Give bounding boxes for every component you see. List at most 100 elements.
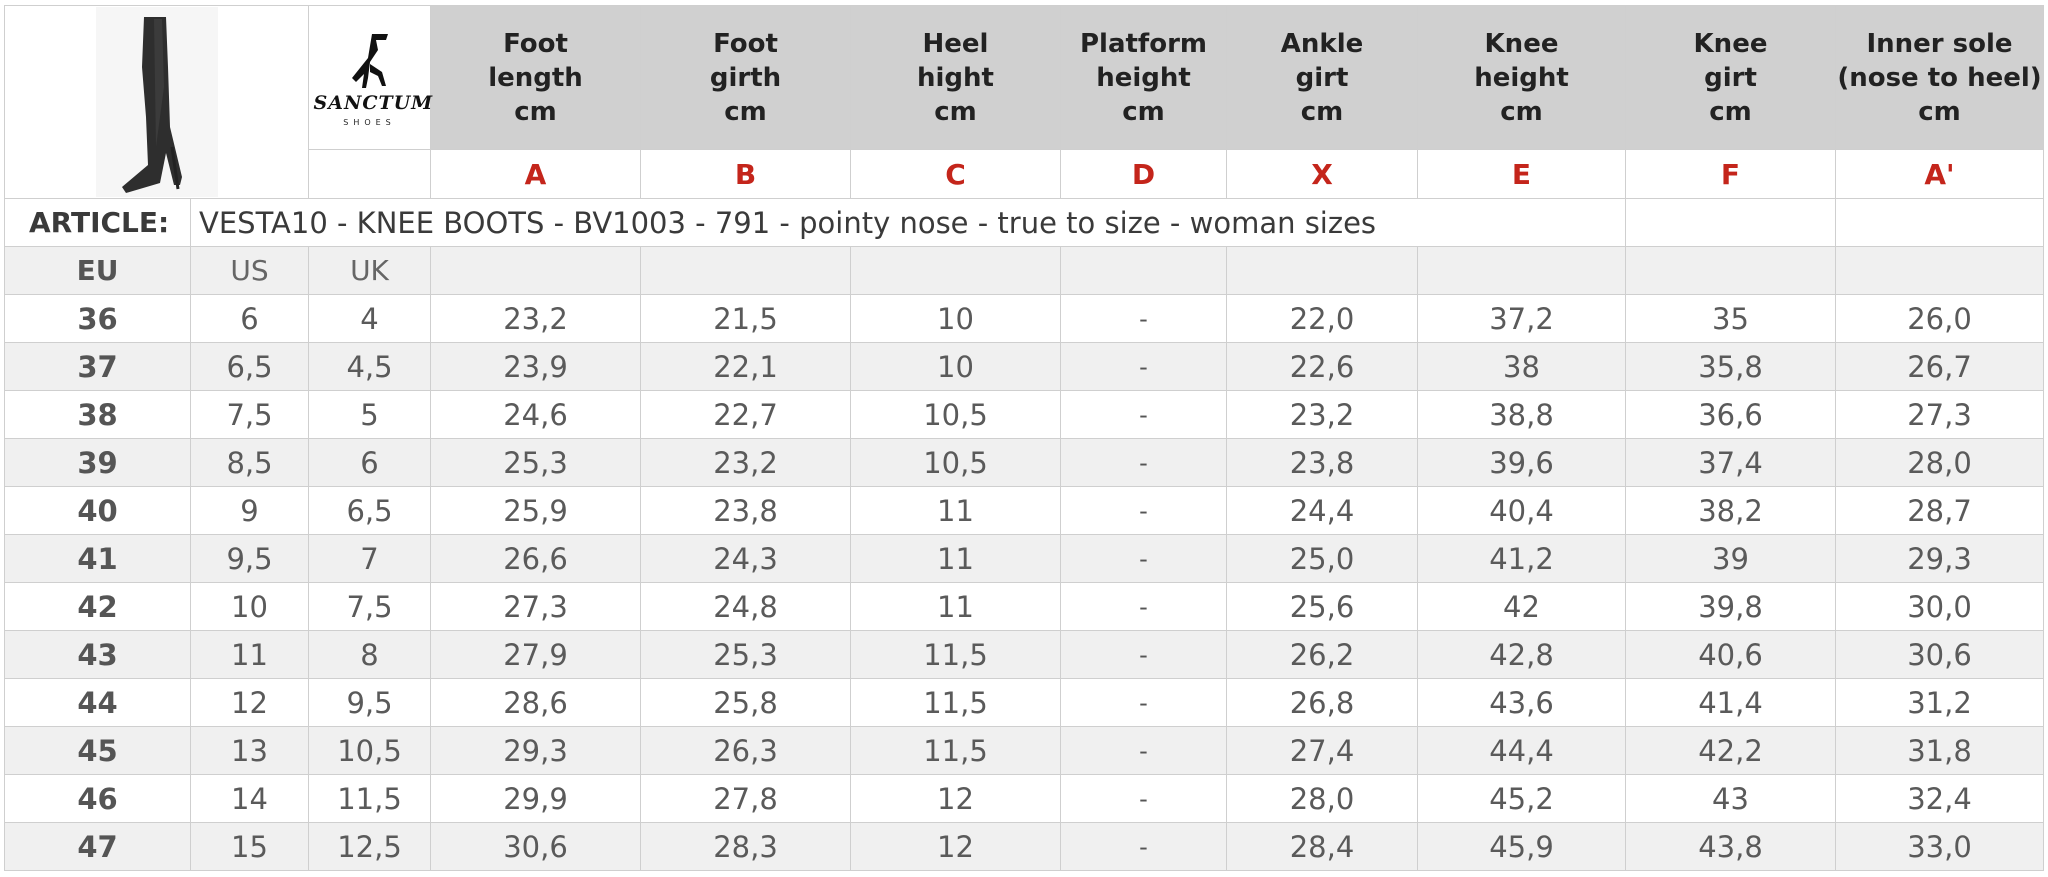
us-size-cell: 11 — [190, 630, 309, 679]
measurement-cell: 23,2 — [640, 438, 851, 487]
measurement-cell: - — [1060, 582, 1227, 631]
measurement-cell: 22,7 — [640, 390, 851, 439]
measurement-cell: 43,8 — [1625, 822, 1836, 871]
eu-size-cell: 37 — [4, 342, 191, 391]
logo-under-cell — [308, 149, 431, 199]
column-header-line: Ankle — [1280, 28, 1364, 59]
heel-logo-icon — [351, 33, 388, 88]
column-letter-7: F — [1625, 149, 1836, 199]
measurement-cell: 26,3 — [640, 726, 851, 775]
column-header-line: Heel — [922, 28, 989, 59]
column-letter-5: X — [1226, 149, 1418, 199]
eu-size-cell: 40 — [4, 486, 191, 535]
column-letter-4: D — [1060, 149, 1227, 199]
measurement-cell: 11,5 — [850, 630, 1061, 679]
article-empty — [1417, 198, 1626, 247]
column-header-5: Ankle girt cm — [1226, 5, 1418, 150]
logo-cell: SANCTUM SHOES — [308, 5, 434, 150]
column-header-line: cm — [934, 96, 977, 127]
us-size-cell: 10 — [190, 582, 309, 631]
column-header-line: length — [488, 62, 583, 93]
column-header-line: cm — [724, 96, 767, 127]
column-header-1: Foot length cm — [430, 5, 641, 150]
column-header-8: Inner sole (nose to heel) cm — [1835, 5, 2044, 150]
uk-size-cell: 5 — [308, 390, 431, 439]
eu-size-cell: 36 — [4, 294, 191, 343]
uk-size-cell: 9,5 — [308, 678, 431, 727]
measurement-cell: 38,2 — [1625, 486, 1836, 535]
table-row: 44 12 9,5 28,6 25,8 11,5-26,8 43,6 41,4 31,2 — [4, 678, 2044, 727]
measurement-cell: 26,6 — [430, 534, 641, 583]
measurement-cell: 26,0 — [1835, 294, 2044, 343]
measurement-cell: 23,2 — [1226, 390, 1418, 439]
measurement-cell: 27,9 — [430, 630, 641, 679]
measurement-cell: - — [1060, 294, 1227, 343]
measurement-cell: 25,3 — [640, 630, 851, 679]
size-table: SANCTUM SHOES Foot length cm Foot girth cm Hee… — [4, 5, 2044, 871]
measurement-cell: 10,5 — [850, 438, 1061, 487]
measurement-cell: 37,2 — [1417, 294, 1626, 343]
size-label-us: US — [190, 246, 309, 295]
logo-brand: SANCTUM — [313, 91, 434, 114]
measurement-cell: 42,2 — [1625, 726, 1836, 775]
uk-size-cell: 4 — [308, 294, 431, 343]
header-row: SANCTUM SHOES Foot length cm Foot girth cm Hee… — [4, 5, 2044, 199]
column-header-line: cm — [1709, 96, 1752, 127]
size-label-empty — [1226, 246, 1418, 295]
measurement-cell: 44,4 — [1417, 726, 1626, 775]
article-label: ARTICLE: — [4, 198, 191, 247]
table-row: 37 6,5 4,5 23,9 22,1 10-22,6 38 35,8 26,7 — [4, 342, 2044, 391]
table-row: 46 14 11,5 29,9 27,8 12-28,0 45,2 43 32,4 — [4, 774, 2044, 823]
measurement-cell: 35 — [1625, 294, 1836, 343]
measurement-cell: 23,8 — [640, 486, 851, 535]
measurement-cell: 31,8 — [1835, 726, 2044, 775]
size-label-empty — [1625, 246, 1836, 295]
measurement-cell: 39,8 — [1625, 582, 1836, 631]
measurement-cell: - — [1060, 678, 1227, 727]
measurement-cell: 12 — [850, 774, 1061, 823]
letters-row: A B C D X E F A' — [5, 149, 2044, 199]
article-empty — [1625, 198, 1836, 247]
measurement-cell: 27,3 — [1835, 390, 2044, 439]
size-label-empty — [1417, 246, 1626, 295]
measurement-cell: 40,6 — [1625, 630, 1836, 679]
size-label-row: EU US UK — [4, 246, 2044, 295]
uk-size-cell: 6,5 — [308, 486, 431, 535]
measurement-cell: 26,7 — [1835, 342, 2044, 391]
column-header-line: Knee — [1693, 28, 1768, 59]
measurement-cell: 27,4 — [1226, 726, 1418, 775]
column-header-line: Foot — [503, 28, 568, 59]
column-header-line: girth — [709, 62, 782, 93]
measurement-cell: 11 — [850, 582, 1061, 631]
us-size-cell: 15 — [190, 822, 309, 871]
eu-size-cell: 39 — [4, 438, 191, 487]
measurement-cell: 10,5 — [850, 390, 1061, 439]
article-row: ARTICLE: VESTA10 - KNEE BOOTS - BV1003 -… — [4, 198, 2044, 247]
article-text: VESTA10 - KNEE BOOTS - BV1003 - 791 - po… — [190, 198, 1418, 247]
column-letter-6: E — [1417, 149, 1626, 199]
column-header-line: height — [1474, 62, 1569, 93]
measurement-cell: 10 — [850, 294, 1061, 343]
measurement-cell: 36,6 — [1625, 390, 1836, 439]
size-label-empty — [1835, 246, 2044, 295]
measurement-cell: 25,9 — [430, 486, 641, 535]
eu-size-cell: 41 — [4, 534, 191, 583]
uk-size-cell: 6 — [308, 438, 431, 487]
measurement-cell: 28,7 — [1835, 486, 2044, 535]
boot-photo — [95, 7, 218, 197]
eu-size-cell: 42 — [4, 582, 191, 631]
measurement-cell: 43 — [1625, 774, 1836, 823]
measurement-cell: - — [1060, 630, 1227, 679]
table-body: SANCTUM SHOES Foot length cm Foot girth cm Hee… — [4, 5, 2044, 871]
table-row: 40 9 6,5 25,9 23,8 11-24,4 40,4 38,2 28,7 — [4, 486, 2044, 535]
size-chart: SANCTUM SHOES Foot length cm Foot girth cm Hee… — [0, 0, 2048, 877]
table-row: 36 6 4 23,2 21,5 10-22,0 37,2 35 26,0 — [4, 294, 2044, 343]
measurement-cell: - — [1060, 390, 1227, 439]
measurement-cell: 11,5 — [850, 726, 1061, 775]
column-header-line: Inner sole — [1866, 28, 2013, 59]
column-header-line: Knee — [1484, 28, 1559, 59]
measurement-cell: - — [1060, 726, 1227, 775]
measurement-cell: 45,2 — [1417, 774, 1626, 823]
measurement-cell: 29,3 — [1835, 534, 2044, 583]
column-header-line: cm — [1500, 96, 1543, 127]
